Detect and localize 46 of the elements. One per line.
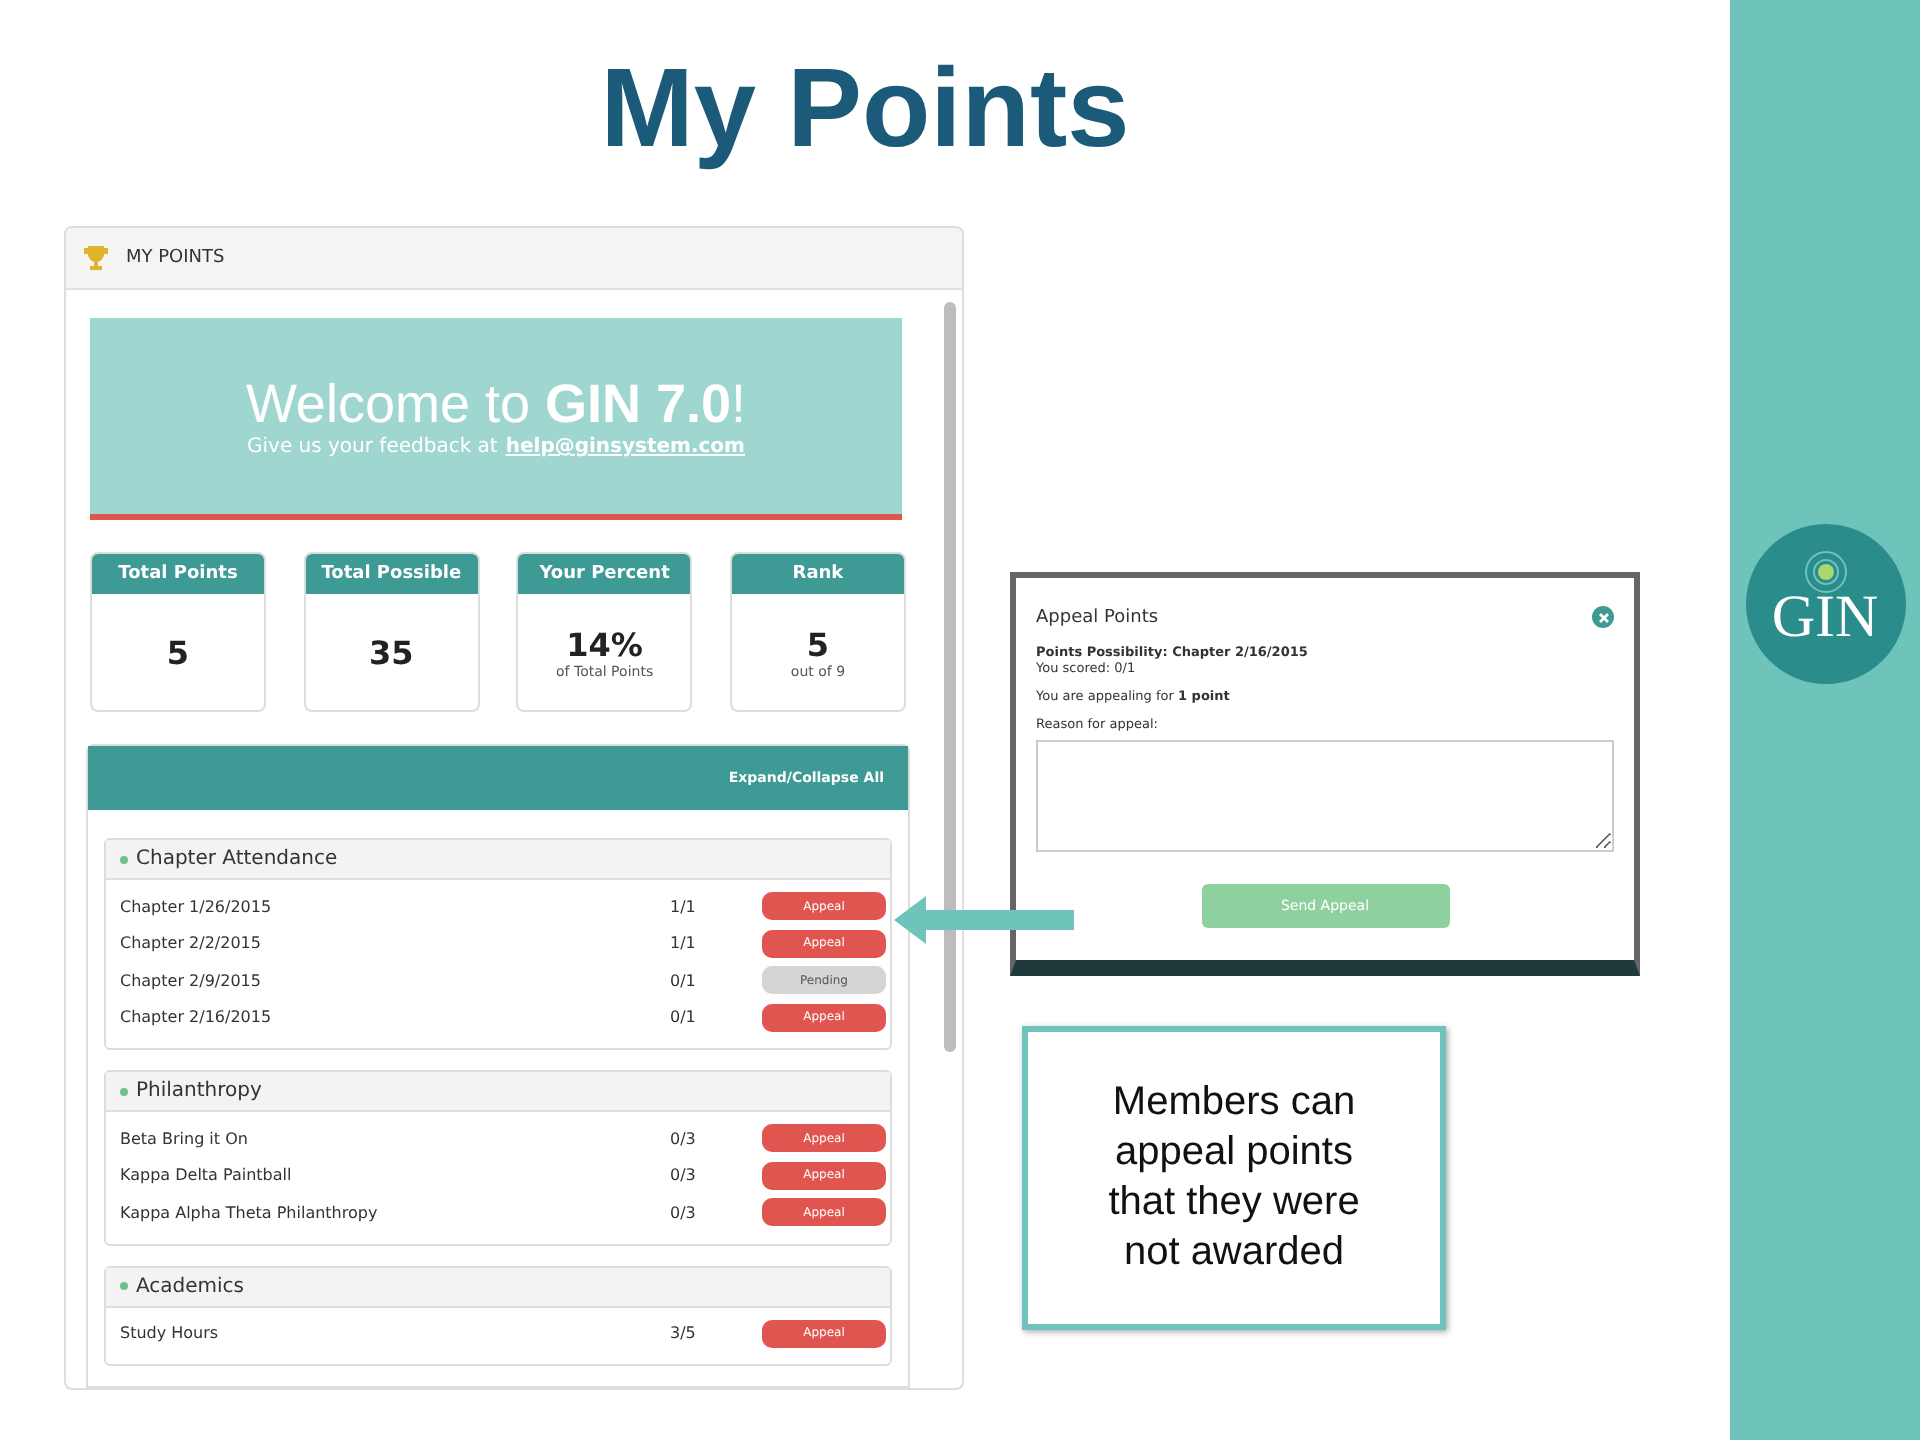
panel-title: MY POINTS xyxy=(126,248,225,268)
group-header[interactable]: Chapter Attendance xyxy=(106,840,890,880)
event-score: 0/3 xyxy=(670,1129,698,1148)
bullet-icon xyxy=(120,1087,128,1095)
stat-label: Your Percent xyxy=(518,554,691,594)
bullet-icon xyxy=(120,1282,128,1290)
close-button[interactable] xyxy=(1592,606,1614,628)
signal-icon xyxy=(1801,548,1849,596)
bullet-icon xyxy=(120,855,128,863)
stat-value: 5 xyxy=(806,625,830,663)
group-name: Philanthropy xyxy=(136,1080,262,1102)
group-name: Academics xyxy=(136,1275,245,1297)
event-score: 0/1 xyxy=(670,971,698,990)
event-score: 0/3 xyxy=(670,1203,698,1222)
event-name: Beta Bring it On xyxy=(120,1129,250,1148)
event-score: 1/1 xyxy=(670,897,698,916)
close-icon xyxy=(1597,611,1609,623)
stat-label: Rank xyxy=(731,554,904,594)
group-name: Chapter Attendance xyxy=(136,848,338,870)
dialog-title: Appeal Points xyxy=(1036,607,1159,627)
group-header[interactable]: Philanthropy xyxy=(106,1072,890,1112)
stat-value: 14% xyxy=(566,625,643,663)
slide-title: My Points xyxy=(598,42,1132,172)
event-score: 1/1 xyxy=(670,934,698,953)
trophy-icon xyxy=(82,244,110,272)
reason-field[interactable] xyxy=(1036,740,1614,852)
event-score: 0/1 xyxy=(670,1008,698,1027)
event-name: Kappa Alpha Theta Philanthropy xyxy=(120,1203,380,1222)
event-name: Chapter 1/26/2015 xyxy=(120,897,274,916)
group-header[interactable]: Academics xyxy=(106,1267,890,1307)
banner-subline: Give us your feedback at xyxy=(247,436,498,458)
stat-value: 5 xyxy=(166,633,190,671)
event-name: Chapter 2/16/2015 xyxy=(120,1008,274,1027)
callout-text: Members can appeal points that they were not awarded xyxy=(1022,1026,1446,1330)
event-name: Chapter 2/2/2015 xyxy=(120,934,263,953)
stat-value: 35 xyxy=(369,633,414,671)
event-name: Study Hours xyxy=(120,1324,221,1343)
event-name: Chapter 2/9/2015 xyxy=(120,971,263,990)
event-score: 3/5 xyxy=(670,1324,698,1343)
event-score: 0/3 xyxy=(670,1166,698,1185)
stat-label: Total Points xyxy=(92,554,264,594)
stat-label: Total Possible xyxy=(305,554,478,594)
banner-headline: Welcome to GIN 7.0! xyxy=(245,374,747,436)
event-name: Kappa Delta Paintball xyxy=(120,1166,294,1185)
scrollbar[interactable] xyxy=(944,302,956,1052)
logo-text: GIN xyxy=(1771,588,1879,648)
